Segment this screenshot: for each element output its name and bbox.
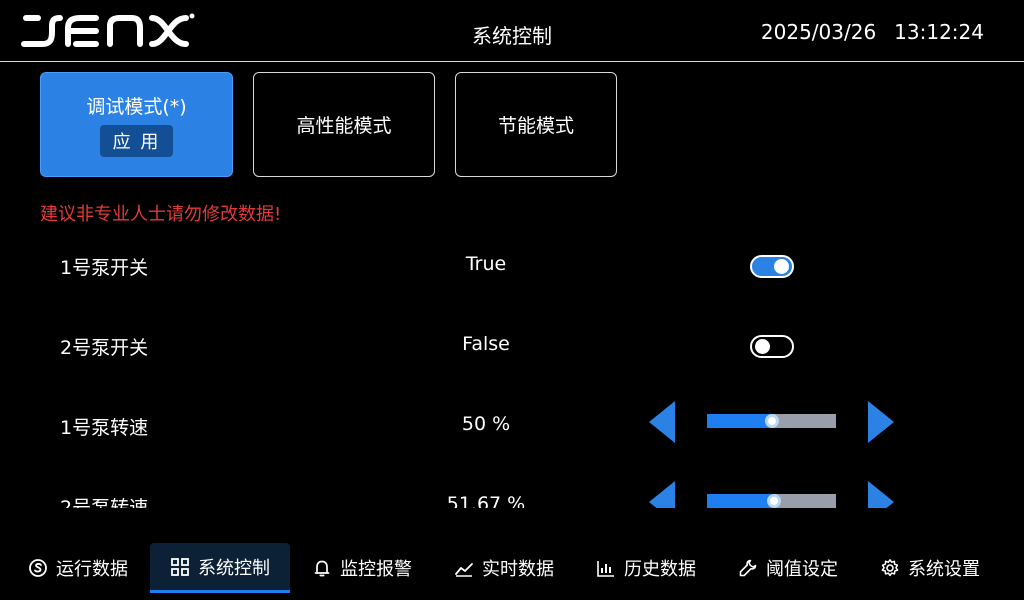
- header-bar: 系统控制 2025/03/26 13:12:24: [0, 0, 1024, 62]
- mode-button-high-performance-label: 高性能模式: [296, 115, 392, 137]
- nav-label: 系统控制: [198, 557, 270, 579]
- bottom-nav: 运行数据 系统控制 监控报警 实时数据 历史数据 阈值设定 系统设置: [0, 538, 1024, 596]
- nav-item-threshold-setting[interactable]: 阈值设定: [738, 543, 860, 593]
- param-name: 1号泵转速: [60, 417, 149, 439]
- gear-icon: [881, 559, 899, 577]
- grid-icon: [171, 557, 189, 576]
- parameter-list[interactable]: 1号泵开关 True 2号泵开关 False 1号泵转速 50 % 2号泵转速 …: [0, 225, 1024, 508]
- pump2-switch-toggle[interactable]: [750, 335, 794, 358]
- nav-item-run-data[interactable]: 运行数据: [28, 543, 150, 593]
- slider-fill: [707, 494, 774, 508]
- pump1-speed-decrease-arrow-icon[interactable]: [649, 401, 675, 443]
- nav-label: 监控报警: [340, 559, 412, 580]
- param-value: False: [462, 333, 510, 355]
- nav-label: 运行数据: [56, 559, 128, 580]
- pump2-speed-slider[interactable]: [707, 494, 836, 508]
- nav-item-realtime-data[interactable]: 实时数据: [454, 543, 576, 593]
- page-title-text: 系统控制: [472, 24, 552, 48]
- nav-label: 历史数据: [624, 559, 696, 580]
- nav-label: 实时数据: [482, 559, 554, 580]
- param-value: 50 %: [461, 413, 511, 435]
- param-name: 2号泵转速: [60, 497, 149, 508]
- nav-label: 阈值设定: [766, 559, 838, 580]
- pump2-speed-decrease-arrow-icon[interactable]: [649, 481, 675, 508]
- bell-icon: [314, 560, 330, 577]
- pump1-speed-increase-arrow-icon[interactable]: [868, 401, 894, 443]
- param-row-pump2-switch: 2号泵开关 False: [0, 305, 1024, 385]
- nav-item-history-data[interactable]: 历史数据: [596, 543, 718, 593]
- slider-thumb[interactable]: [767, 494, 781, 508]
- nav-item-system-settings[interactable]: 系统设置: [880, 543, 1002, 593]
- mode-button-energy-saving[interactable]: 节能模式: [455, 72, 617, 177]
- warning-text: 建议非专业人士请勿修改数据!: [40, 204, 282, 225]
- mode-button-debug[interactable]: 调试模式(*) 应 用: [40, 72, 233, 177]
- toggle-knob: [755, 339, 770, 354]
- nav-item-system-control[interactable]: 系统控制: [150, 543, 290, 593]
- nav-item-monitor-alarm[interactable]: 监控报警: [312, 543, 434, 593]
- skype-icon: [29, 559, 47, 577]
- pump1-speed-slider[interactable]: [707, 414, 836, 428]
- bar-chart-icon: [597, 561, 614, 577]
- date-text: 2025/03/26: [760, 20, 877, 44]
- nenx-logo: [20, 12, 196, 50]
- param-row-pump1-switch: 1号泵开关 True: [0, 225, 1024, 305]
- mode-button-energy-saving-label: 节能模式: [497, 115, 574, 137]
- toggle-knob: [774, 259, 789, 274]
- pump2-speed-increase-arrow-icon[interactable]: [868, 481, 894, 508]
- wrench-icon: [739, 559, 757, 577]
- time-text: 13:12:24: [894, 20, 984, 44]
- apply-button[interactable]: 应 用: [100, 125, 173, 157]
- nav-label: 系统设置: [908, 559, 980, 580]
- param-value: True: [465, 253, 507, 275]
- param-value: 51.67 %: [446, 493, 526, 508]
- param-name: 1号泵开关: [60, 257, 149, 279]
- mode-button-debug-label: 调试模式(*): [86, 96, 187, 118]
- pump1-switch-toggle[interactable]: [750, 255, 794, 278]
- line-chart-icon: [455, 563, 473, 577]
- param-name: 2号泵开关: [60, 337, 149, 359]
- slider-thumb[interactable]: [765, 414, 779, 428]
- slider-fill: [707, 414, 772, 428]
- mode-button-high-performance[interactable]: 高性能模式: [253, 72, 435, 177]
- datetime-display: 2025/03/26 13:12:24: [761, 20, 984, 44]
